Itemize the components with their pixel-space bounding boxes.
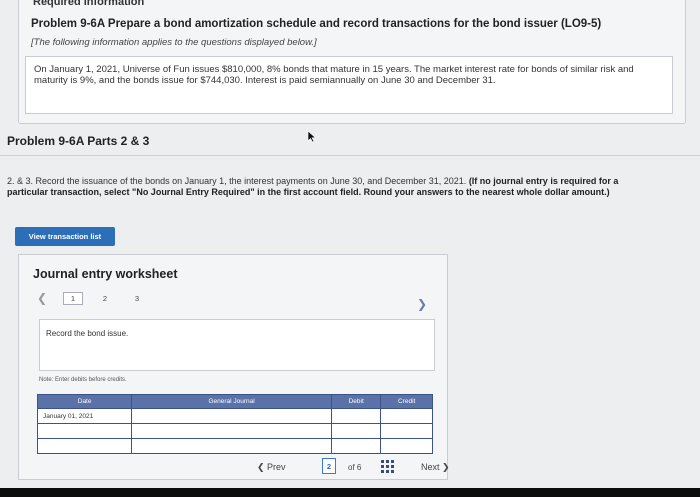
worksheet-page-1[interactable]: 1: [63, 292, 83, 305]
next-button[interactable]: Next ❯: [421, 462, 450, 473]
table-row: January 01, 2021: [36, 408, 433, 424]
problem-title: Problem 9-6A Prepare a bond amortization…: [31, 18, 602, 30]
required-information-label: Required information: [33, 0, 145, 8]
page-count: of 6: [348, 463, 362, 472]
credit-column-header: Credit: [380, 394, 433, 409]
table-row: [36, 438, 433, 454]
general-journal-column-header: General Journal: [131, 394, 332, 409]
instructions: 2. & 3. Record the issuance of the bonds…: [7, 176, 637, 198]
grid-icon[interactable]: [381, 460, 395, 473]
instructions-text: 2. & 3. Record the issuance of the bonds…: [7, 176, 467, 186]
next-label: Next: [421, 462, 440, 472]
problem-note: [The following information applies to th…: [31, 37, 317, 48]
section-divider: [0, 155, 700, 156]
view-transaction-list-button[interactable]: View transaction list: [15, 227, 115, 246]
note-text: Note: Enter debits before credits.: [39, 377, 127, 383]
debit-cell[interactable]: [330, 423, 382, 439]
date-cell[interactable]: January 01, 2021: [36, 408, 133, 424]
credit-cell[interactable]: [380, 408, 433, 424]
parts-title: Problem 9-6A Parts 2 & 3: [7, 134, 150, 148]
account-cell[interactable]: [131, 438, 332, 454]
task-text: Record the bond issue.: [46, 329, 129, 338]
mouse-cursor-icon: [307, 130, 317, 143]
journal-table: Date General Journal Debit Credit Januar…: [36, 394, 433, 454]
prev-button[interactable]: ❮ Prev: [257, 462, 286, 473]
required-info-panel: Required information Problem 9-6A Prepar…: [18, 0, 686, 124]
account-cell[interactable]: [131, 408, 332, 424]
credit-cell[interactable]: [380, 423, 433, 439]
debit-cell[interactable]: [330, 438, 382, 454]
worksheet-title: Journal entry worksheet: [33, 267, 178, 281]
credit-cell[interactable]: [380, 438, 433, 454]
worksheet-page-2[interactable]: 2: [95, 292, 115, 305]
task-box: Record the bond issue.: [39, 319, 435, 371]
debit-cell[interactable]: [330, 408, 382, 424]
date-cell[interactable]: [36, 438, 133, 454]
date-column-header: Date: [36, 394, 133, 409]
problem-description: On January 1, 2021, Universe of Fun issu…: [25, 56, 673, 114]
bottom-bar: [0, 488, 700, 497]
table-row: [36, 423, 433, 439]
debit-column-header: Debit: [330, 394, 382, 409]
date-cell[interactable]: [36, 423, 133, 439]
current-page-box[interactable]: 2: [322, 458, 336, 474]
worksheet-page-3[interactable]: 3: [127, 292, 147, 305]
journal-entry-worksheet: Journal entry worksheet ❮ 1 2 3 ❯ Record…: [18, 254, 448, 480]
worksheet-next-chevron-icon[interactable]: ❯: [417, 297, 427, 311]
prev-label: Prev: [267, 462, 286, 472]
account-cell[interactable]: [131, 423, 332, 439]
journal-header-row: Date General Journal Debit Credit: [36, 394, 433, 409]
worksheet-prev-chevron-icon[interactable]: ❮: [37, 291, 47, 305]
